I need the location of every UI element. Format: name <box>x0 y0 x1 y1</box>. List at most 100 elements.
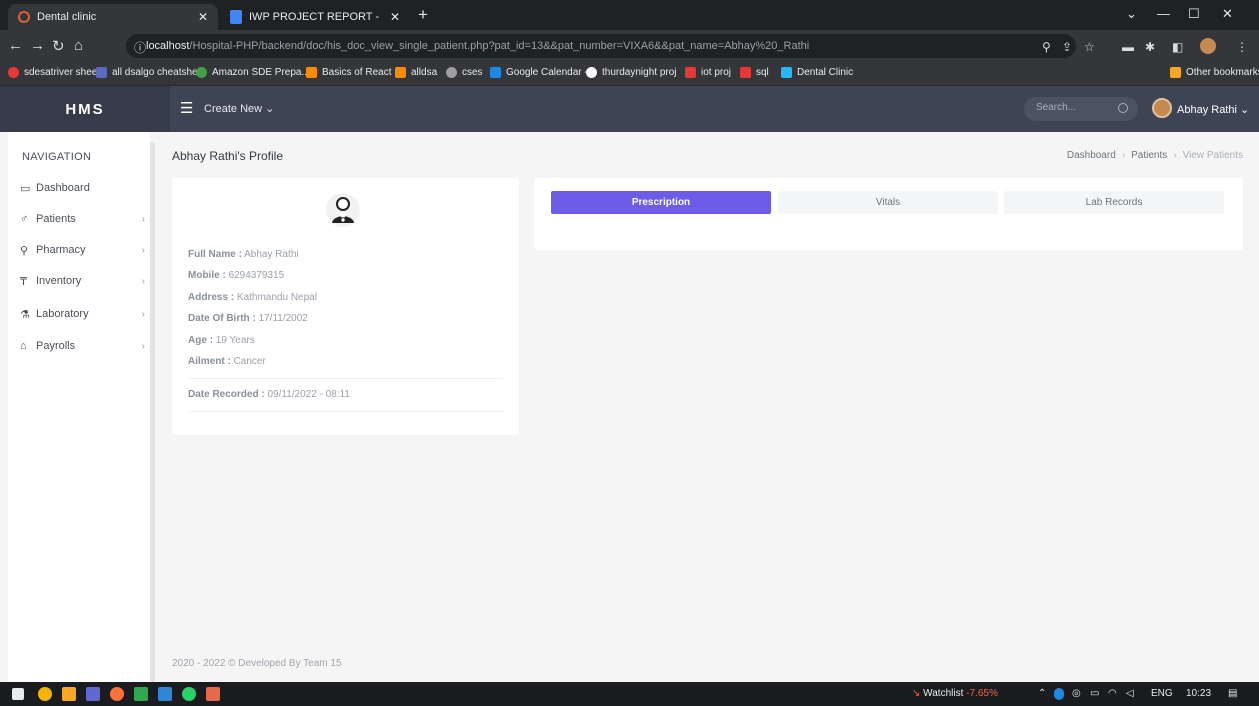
bookmark-item[interactable]: thurdaynight proj <box>586 67 677 78</box>
search-input[interactable] <box>1036 102 1116 113</box>
watchlist-change: -7.65% <box>966 688 998 699</box>
battery-icon[interactable]: ▭ <box>1090 688 1099 699</box>
info-label: Date Recorded : <box>188 389 265 400</box>
system-clock[interactable]: 10:23 <box>1186 688 1211 699</box>
search-icon[interactable] <box>1118 103 1128 113</box>
tab-vitals[interactable]: Vitals <box>778 191 998 214</box>
bookmark-item[interactable]: Google Calendar -... <box>490 67 596 78</box>
sidebar-item-dashboard[interactable]: ▭ Dashboard <box>20 178 145 198</box>
new-tab-icon[interactable]: + <box>418 6 428 24</box>
sidebar-item-patients[interactable]: ♂ Patients › <box>20 209 145 229</box>
info-ailment: Ailment : Cancer <box>188 356 266 367</box>
excel-icon[interactable] <box>134 687 148 701</box>
breadcrumb-current: View Patients <box>1182 150 1243 161</box>
nav-heading: NAVIGATION <box>22 151 92 163</box>
browser-menu-icon[interactable]: ⋮ <box>1236 40 1248 54</box>
info-address: Address : Kathmandu Nepal <box>188 292 317 303</box>
sidebar-item-payrolls[interactable]: ⌂ Payrolls › <box>20 336 145 356</box>
bookmark-item[interactable]: alldsa <box>395 67 437 78</box>
bookmark-favicon-icon <box>446 67 457 78</box>
watchlist-widget[interactable]: ↘ Watchlist -7.65% <box>912 688 998 699</box>
bookmark-item[interactable]: sql <box>740 67 769 78</box>
breadcrumb-patients[interactable]: Patients <box>1131 150 1167 161</box>
monitor-icon: ▭ <box>20 182 31 195</box>
chrome-icon[interactable] <box>38 687 52 701</box>
forward-icon[interactable]: → <box>30 37 45 54</box>
info-dob: Date Of Birth : 17/11/2002 <box>188 313 308 324</box>
create-new-dropdown[interactable]: Create New ⌄ <box>204 102 274 115</box>
bookmark-item[interactable]: Amazon SDE Prepa... <box>196 67 310 78</box>
info-value: 09/11/2022 - 08:11 <box>267 389 350 400</box>
firefox-icon[interactable] <box>110 687 124 701</box>
sidebar-item-inventory[interactable]: ₸ Inventory › <box>20 271 145 291</box>
info-icon[interactable]: ⓘ <box>134 39 146 56</box>
records-tabs-card: Prescription Vitals Lab Records <box>534 178 1243 250</box>
windows-start-icon[interactable] <box>12 688 24 700</box>
browser-tab-iwp-report[interactable]: IWP PROJECT REPORT - Google D ✕ <box>220 4 410 30</box>
user-avatar[interactable] <box>1152 98 1172 118</box>
bookmark-label: Dental Clinic <box>797 67 854 78</box>
browser-tab-dental-clinic[interactable]: Dental clinic ✕ <box>8 4 218 30</box>
sidepanel-icon[interactable]: ◧ <box>1172 40 1183 54</box>
user-menu-dropdown[interactable]: Abhay Rathi ⌄ <box>1177 103 1249 116</box>
info-label: Date Of Birth : <box>188 313 256 324</box>
close-tab-icon[interactable]: ✕ <box>198 10 208 24</box>
app-icon[interactable] <box>86 687 100 701</box>
share-icon[interactable]: ⇪ <box>1062 40 1072 54</box>
language-indicator[interactable]: ENG <box>1151 688 1173 699</box>
file-explorer-icon[interactable] <box>62 687 76 701</box>
bookmark-item[interactable]: Dental Clinic <box>781 67 853 78</box>
minimize-icon[interactable]: — <box>1157 6 1170 21</box>
chevron-right-icon: › <box>141 340 145 352</box>
bookmark-label: all dsalgo cheatsheet <box>112 67 206 78</box>
bookmark-item[interactable]: cses <box>446 67 483 78</box>
app-icon[interactable] <box>206 687 220 701</box>
info-label: Mobile : <box>188 270 226 281</box>
window-close-icon[interactable]: ✕ <box>1222 6 1233 22</box>
volume-icon[interactable]: ◁ <box>1126 688 1134 699</box>
vscode-icon[interactable] <box>158 687 172 701</box>
patient-icon: ♂ <box>20 213 29 225</box>
breadcrumb-dashboard[interactable]: Dashboard <box>1067 150 1116 161</box>
info-label: Address : <box>188 292 235 303</box>
bookmark-star-icon[interactable]: ☆ <box>1084 40 1095 54</box>
patient-avatar-icon <box>326 193 360 227</box>
camera-icon[interactable]: ◎ <box>1072 688 1081 699</box>
sidebar-scrollbar[interactable] <box>150 142 155 682</box>
bookmark-item[interactable]: iot proj <box>685 67 731 78</box>
bookmark-item[interactable]: all dsalgo cheatsheet <box>96 67 206 78</box>
show-hidden-icons-icon[interactable]: ⌃ <box>1038 688 1046 699</box>
close-tab-icon[interactable]: ✕ <box>390 10 400 24</box>
home-icon[interactable]: ⌂ <box>74 37 83 54</box>
card-divider <box>188 378 503 379</box>
reload-icon[interactable]: ↻ <box>52 37 65 55</box>
wifi-icon[interactable]: ◠ <box>1108 688 1117 699</box>
whatsapp-icon[interactable] <box>182 687 196 701</box>
app-header: HMS ☰ Create New ⌄ Abhay Rathi ⌄ <box>0 86 1259 132</box>
chart-down-icon: ↘ <box>912 688 921 699</box>
bookmark-item[interactable]: sdesatriver sheet <box>8 67 100 78</box>
tab-prescription[interactable]: Prescription <box>551 191 771 214</box>
maximize-icon[interactable]: ☐ <box>1188 6 1200 22</box>
docs-favicon-icon <box>230 10 242 24</box>
info-label: Age : <box>188 335 213 346</box>
app-logo[interactable]: HMS <box>0 86 170 132</box>
zoom-icon[interactable]: ⚲ <box>1042 40 1051 54</box>
bookmark-item[interactable]: Basics of React <box>306 67 391 78</box>
tab-lab-records[interactable]: Lab Records <box>1004 191 1224 214</box>
browser-profile-icon[interactable] <box>1200 38 1216 54</box>
extension-icon[interactable]: ▬ <box>1122 40 1134 54</box>
hamburger-menu-icon[interactable]: ☰ <box>180 99 193 117</box>
bookmark-label: cses <box>462 67 483 78</box>
bluetooth-icon[interactable] <box>1054 688 1064 700</box>
puzzle-icon[interactable]: ✱ <box>1145 40 1155 54</box>
sidebar-item-pharmacy[interactable]: ⚲ Pharmacy › <box>20 240 145 260</box>
back-icon[interactable]: ← <box>8 37 23 54</box>
tab-search-icon[interactable]: ⌄ <box>1126 6 1137 22</box>
logo-text: HMS <box>65 100 105 118</box>
notifications-icon[interactable]: ▤ <box>1228 688 1237 699</box>
url-text[interactable]: localhost/Hospital-PHP/backend/doc/his_d… <box>146 40 809 52</box>
sidebar-item-laboratory[interactable]: ⚗ Laboratory › <box>20 304 145 324</box>
other-bookmarks[interactable]: Other bookmarks <box>1170 67 1259 78</box>
card-divider <box>188 411 503 412</box>
